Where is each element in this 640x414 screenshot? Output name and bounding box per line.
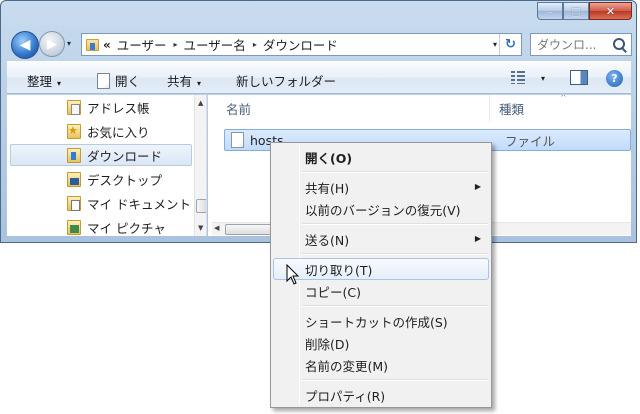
new-folder-button[interactable]: 新しいフォルダー	[236, 71, 336, 90]
nav-item-desktop[interactable]: デスクトップ	[11, 168, 191, 190]
menu-item-share[interactable]: 共有(H) ▶	[273, 176, 489, 198]
back-button[interactable]: ◀	[11, 31, 39, 59]
documents-icon	[67, 195, 81, 211]
menu-separator	[302, 253, 488, 255]
breadcrumb-overflow-chevron[interactable]: «	[103, 38, 111, 52]
share-button[interactable]: 共有 ▾	[167, 71, 201, 90]
desktop-icon	[67, 171, 81, 187]
downloads-folder-icon	[86, 38, 99, 51]
breadcrumb-separator-icon[interactable]: ▸	[253, 40, 257, 49]
help-icon[interactable]: ?	[606, 70, 623, 87]
menu-item-send-to[interactable]: 送る(N) ▶	[273, 228, 489, 250]
command-bar: 整理 ▾ 開く 共有 ▾ 新しいフォルダー ▾ ?	[7, 61, 631, 94]
open-button[interactable]: 開く	[97, 71, 140, 90]
file-type: ファイル	[505, 133, 556, 149]
forward-button[interactable]: ▶	[39, 31, 65, 57]
menu-item-delete[interactable]: 削除(D)	[273, 332, 489, 354]
refresh-button[interactable]: ↻	[499, 34, 521, 55]
search-icon[interactable]	[611, 36, 629, 54]
search-box[interactable]: ダウンロ...	[530, 33, 632, 56]
submenu-arrow-icon: ▶	[474, 182, 481, 191]
nav-item-favorites[interactable]: お気に入り	[11, 120, 191, 142]
submenu-arrow-icon: ▶	[474, 234, 481, 243]
caption-buttons: – □ ✕	[537, 2, 632, 20]
menu-separator	[302, 223, 488, 225]
menu-item-cut[interactable]: 切り取り(T)	[273, 258, 489, 280]
menu-item-open[interactable]: 開く(O)	[273, 146, 489, 168]
breadcrumb-users[interactable]: ユーザー	[117, 35, 167, 54]
scroll-down-icon[interactable]: ▼	[198, 224, 203, 232]
breadcrumb-username[interactable]: ユーザー名	[184, 35, 246, 54]
nav-item-contacts[interactable]: アドレス帳	[11, 96, 191, 118]
nav-item-pictures[interactable]: マイ ピクチャ	[11, 216, 191, 236]
column-divider[interactable]	[489, 95, 490, 121]
chevron-down-icon: ▾	[57, 79, 62, 88]
maximize-button[interactable]: □	[563, 2, 589, 20]
change-view-icon[interactable]	[511, 71, 525, 84]
contacts-icon	[67, 99, 81, 115]
sort-indicator-icon: ^	[560, 95, 567, 102]
minimize-button[interactable]: –	[537, 2, 563, 20]
nav-vertical-scrollbar[interactable]: ▲ ▼	[194, 95, 206, 236]
chevron-down-icon: ▾	[197, 79, 202, 88]
menu-separator	[302, 171, 488, 173]
scrollbar-thumb[interactable]	[196, 199, 206, 213]
organize-button[interactable]: 整理 ▾	[27, 71, 61, 90]
favorites-icon	[67, 123, 81, 139]
breadcrumb-separator-icon[interactable]: ▸	[174, 40, 178, 49]
menu-separator	[302, 305, 488, 307]
menu-item-copy[interactable]: コピー(C)	[273, 280, 489, 302]
file-icon	[231, 132, 244, 148]
address-bar[interactable]: « ユーザー ▸ ユーザー名 ▸ ダウンロード ▾ ↻	[81, 33, 522, 56]
preview-pane-icon[interactable]	[570, 70, 588, 85]
nav-item-documents[interactable]: マイ ドキュメント	[11, 192, 191, 214]
menu-item-restore-previous-versions[interactable]: 以前のバージョンの復元(V)	[273, 198, 489, 220]
menu-item-properties[interactable]: プロパティ(R)	[273, 384, 489, 406]
close-button[interactable]: ✕	[589, 2, 632, 20]
column-header-name[interactable]: 名前	[226, 95, 251, 121]
address-dropdown-icon[interactable]: ▾	[493, 40, 497, 49]
navigation-pane: アドレス帳 お気に入り ダウンロード デスクトップ マイ ドキュメント マイ ピ…	[7, 95, 207, 236]
file-icon	[97, 73, 110, 89]
scroll-up-icon[interactable]: ▲	[198, 99, 203, 107]
column-header-type[interactable]: 種類	[499, 95, 524, 121]
history-dropdown-button[interactable]: ▾	[67, 39, 71, 48]
scroll-left-icon[interactable]: ◀	[214, 224, 219, 232]
search-input[interactable]: ダウンロ...	[537, 36, 611, 53]
menu-separator	[302, 379, 488, 381]
breadcrumb-downloads[interactable]: ダウンロード	[263, 35, 338, 54]
back-arrow-icon: ◀	[19, 37, 31, 53]
forward-arrow-icon: ▶	[47, 36, 57, 52]
context-menu: 開く(O) 共有(H) ▶ 以前のバージョンの復元(V) 送る(N) ▶ 切り取り(…	[270, 142, 492, 408]
downloads-icon	[67, 147, 81, 163]
menu-item-rename[interactable]: 名前の変更(M)	[273, 354, 489, 376]
views-dropdown-icon[interactable]: ▾	[541, 74, 545, 83]
mouse-cursor-icon	[286, 264, 300, 285]
menu-item-create-shortcut[interactable]: ショートカットの作成(S)	[273, 310, 489, 332]
refresh-icon: ↻	[505, 37, 516, 52]
pictures-icon	[67, 219, 81, 235]
nav-item-downloads[interactable]: ダウンロード	[10, 144, 192, 166]
